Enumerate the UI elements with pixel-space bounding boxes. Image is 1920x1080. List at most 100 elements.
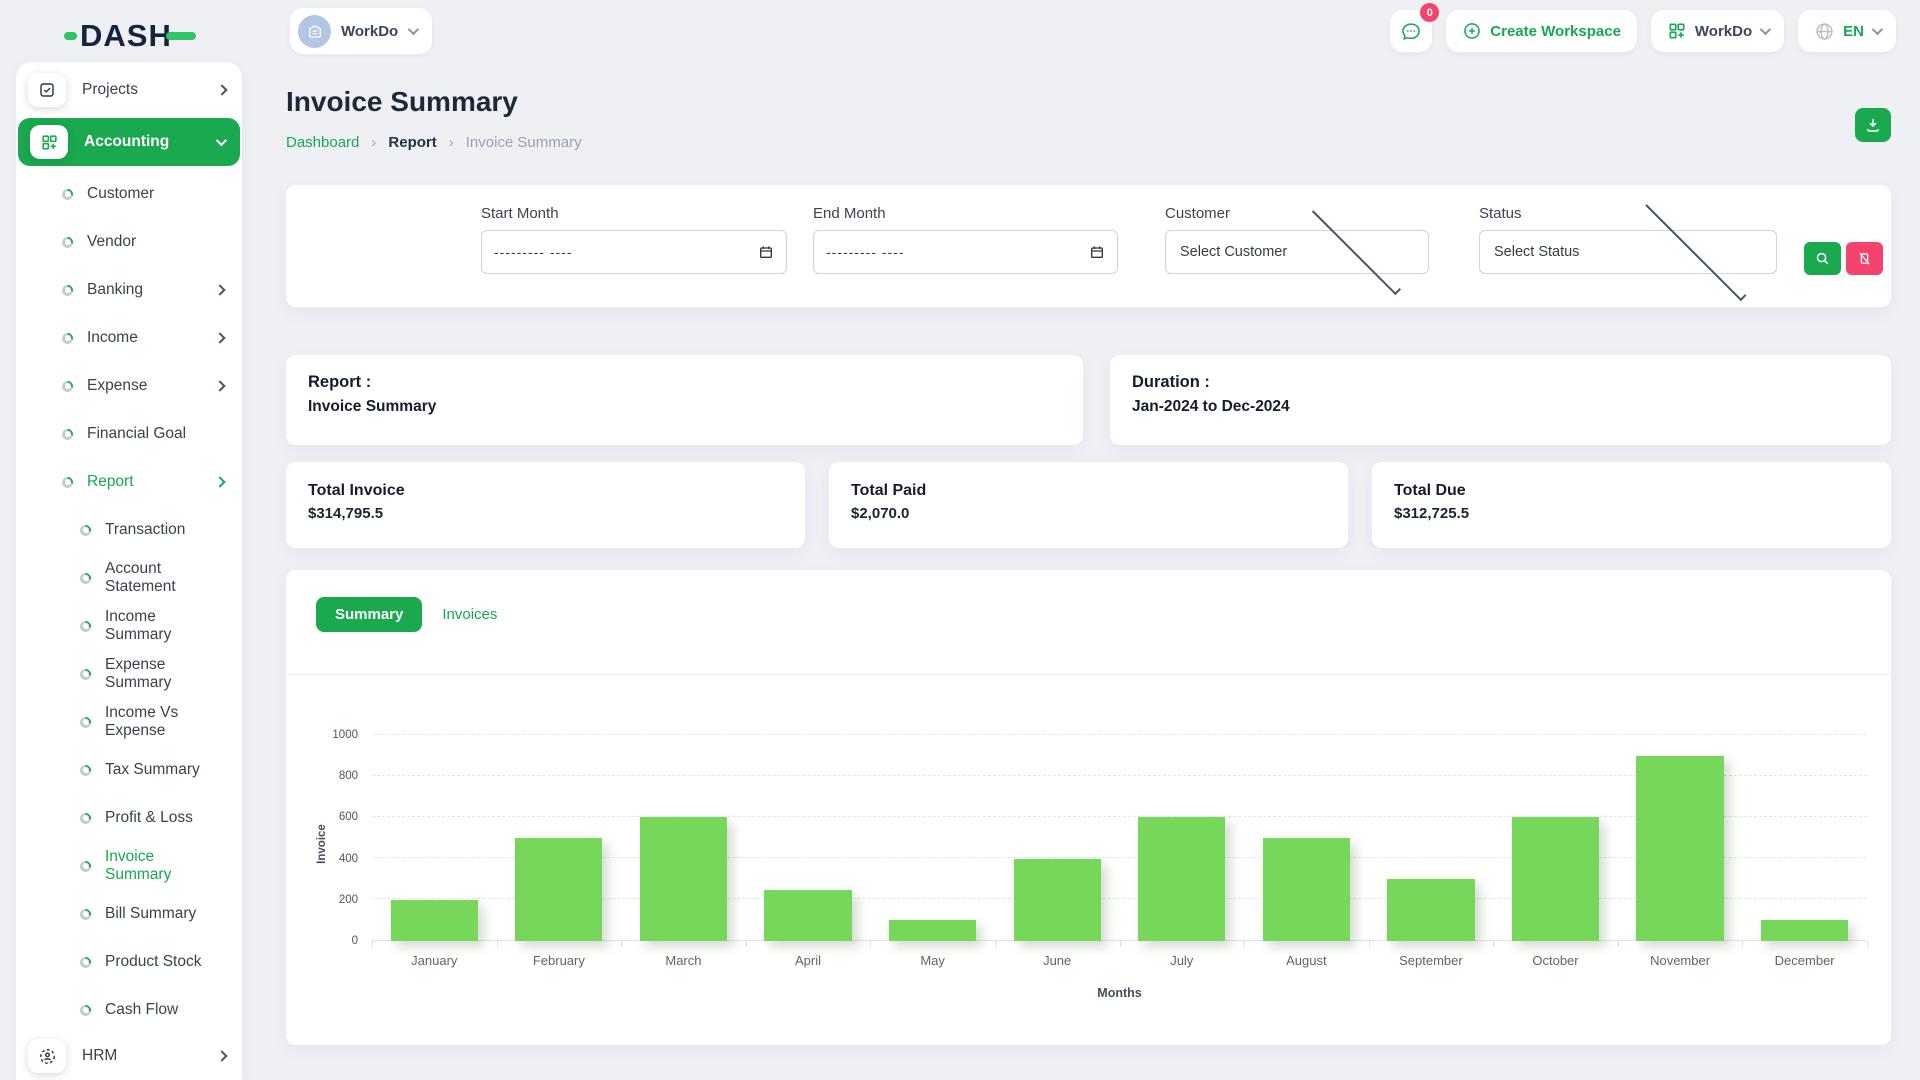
x-tick-label: May xyxy=(870,953,995,968)
bullet-icon xyxy=(80,621,91,632)
total-paid-label: Total Paid xyxy=(851,482,1326,500)
page-title: Invoice Summary xyxy=(286,86,518,118)
chart-tabs: Summary Invoices xyxy=(316,597,503,632)
customer-select[interactable]: Select Customer xyxy=(1165,230,1429,274)
total-invoice-value: $314,795.5 xyxy=(308,505,783,522)
sidebar-item-income-vs-expense[interactable]: Income Vs Expense xyxy=(16,698,242,746)
sidebar-item-accounting[interactable]: Accounting xyxy=(18,118,240,166)
status-label: Status xyxy=(1479,205,1777,222)
bullet-icon xyxy=(62,381,73,392)
clipboard-off-icon xyxy=(1857,251,1872,266)
chevron-right-icon xyxy=(214,476,225,487)
breadcrumb-separator-icon: › xyxy=(371,134,376,151)
bar-january xyxy=(391,900,478,941)
start-month-label: Start Month xyxy=(481,205,787,222)
end-month-input[interactable]: --------- ---- xyxy=(813,230,1118,274)
status-select[interactable]: Select Status xyxy=(1479,230,1777,274)
sidebar-item-tax-summary[interactable]: Tax Summary xyxy=(16,746,242,794)
chevron-right-icon xyxy=(214,284,225,295)
breadcrumb-report[interactable]: Report xyxy=(388,134,436,151)
bullet-icon xyxy=(62,189,73,200)
bar-june xyxy=(1014,859,1101,941)
sidebar-item-financial-goal[interactable]: Financial Goal xyxy=(16,410,242,458)
sidebar-item-account-statement[interactable]: Account Statement xyxy=(16,554,242,602)
bullet-icon xyxy=(80,957,91,968)
total-due-card: Total Due $312,725.5 xyxy=(1372,462,1891,548)
sidebar-item-expense-summary[interactable]: Expense Summary xyxy=(16,650,242,698)
sidebar-item-cash-flow[interactable]: Cash Flow xyxy=(16,986,242,1034)
x-tick-label: December xyxy=(1742,953,1867,968)
breadcrumb-separator-icon: › xyxy=(449,134,454,151)
sidebar: Projects Accounting Customer Vendor Bank… xyxy=(16,62,242,1080)
end-month-label: End Month xyxy=(813,205,1118,222)
y-axis-labels: 02004006008001000 xyxy=(316,735,364,941)
sidebar-item-vendor[interactable]: Vendor xyxy=(16,218,242,266)
total-invoice-label: Total Invoice xyxy=(308,482,783,500)
bar-december xyxy=(1761,920,1848,941)
total-due-label: Total Due xyxy=(1394,482,1869,500)
sidebar-item-bill-summary[interactable]: Bill Summary xyxy=(16,890,242,938)
bullet-icon xyxy=(62,237,73,248)
apply-filter-button[interactable] xyxy=(1804,242,1841,275)
total-paid-card: Total Paid $2,070.0 xyxy=(829,462,1348,548)
chevron-right-icon xyxy=(216,1050,227,1061)
x-axis-title: Months xyxy=(372,986,1867,1000)
search-icon xyxy=(1815,251,1830,266)
start-month-input[interactable]: --------- ---- xyxy=(481,230,787,274)
bullet-icon xyxy=(80,1005,91,1016)
breadcrumb-dashboard[interactable]: Dashboard xyxy=(286,134,359,151)
customer-label: Customer xyxy=(1165,205,1429,222)
people-circle-icon xyxy=(28,1039,66,1073)
bullet-icon xyxy=(62,429,73,440)
report-label: Report : xyxy=(308,373,1061,392)
logo-accent-tail xyxy=(166,32,196,40)
filter-card: Start Month --------- ---- End Month ---… xyxy=(286,185,1891,307)
sidebar-item-expense[interactable]: Expense xyxy=(16,362,242,410)
grid-plus-icon xyxy=(30,125,68,159)
bullet-icon xyxy=(80,909,91,920)
breadcrumb-current: Invoice Summary xyxy=(466,134,582,151)
sidebar-item-income-summary[interactable]: Income Summary xyxy=(16,602,242,650)
sidebar-item-invoice-summary[interactable]: Invoice Summary xyxy=(16,842,242,890)
bar-april xyxy=(764,890,851,942)
sidebar-item-banking[interactable]: Banking xyxy=(16,266,242,314)
calendar-icon xyxy=(758,244,774,260)
bar-july xyxy=(1138,817,1225,941)
total-paid-value: $2,070.0 xyxy=(851,505,1326,522)
bullet-icon xyxy=(80,717,91,728)
report-value: Invoice Summary xyxy=(308,398,1061,416)
sidebar-item-projects[interactable]: Projects xyxy=(16,68,242,112)
x-tick-label: June xyxy=(995,953,1120,968)
x-tick-label: October xyxy=(1493,953,1618,968)
x-tick-label: November xyxy=(1618,953,1743,968)
duration-card: Duration : Jan-2024 to Dec-2024 xyxy=(1110,355,1891,445)
download-button[interactable] xyxy=(1855,108,1891,142)
tab-summary[interactable]: Summary xyxy=(316,597,422,632)
tab-invoices[interactable]: Invoices xyxy=(436,597,503,632)
x-tick-label: July xyxy=(1119,953,1244,968)
bullet-icon xyxy=(62,285,73,296)
bullet-icon xyxy=(80,669,91,680)
x-tick-label: March xyxy=(621,953,746,968)
duration-value: Jan-2024 to Dec-2024 xyxy=(1132,398,1869,416)
sidebar-item-profit-loss[interactable]: Profit & Loss xyxy=(16,794,242,842)
bullet-icon xyxy=(80,861,91,872)
total-invoice-card: Total Invoice $314,795.5 xyxy=(286,462,805,548)
x-tick-label: April xyxy=(746,953,871,968)
sidebar-item-income[interactable]: Income xyxy=(16,314,242,362)
chevron-down-icon xyxy=(216,135,227,146)
checkbox-icon xyxy=(28,73,66,107)
sidebar-item-hrm[interactable]: HRM xyxy=(16,1034,242,1078)
sidebar-item-product-stock[interactable]: Product Stock xyxy=(16,938,242,986)
x-tick-label: September xyxy=(1369,953,1494,968)
sidebar-item-customer[interactable]: Customer xyxy=(16,170,242,218)
reset-filter-button[interactable] xyxy=(1846,242,1883,275)
x-tick-label: February xyxy=(497,953,622,968)
bullet-icon xyxy=(80,765,91,776)
divider xyxy=(286,674,1891,675)
bullet-icon xyxy=(62,333,73,344)
sidebar-item-transaction[interactable]: Transaction xyxy=(16,506,242,554)
bullet-icon xyxy=(80,813,91,824)
bullet-icon xyxy=(62,477,73,488)
sidebar-item-report[interactable]: Report xyxy=(16,458,242,506)
